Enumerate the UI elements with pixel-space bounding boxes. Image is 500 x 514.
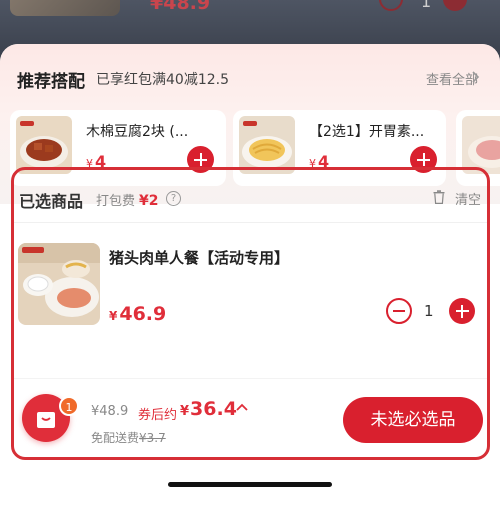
- cart-item-price: ¥46.9: [109, 303, 167, 325]
- food-image-noodles: [239, 116, 295, 174]
- recommend-item-name: 木棉豆腐2块 (...: [86, 124, 189, 140]
- recommend-section: 推荐搭配 已享红包满40减12.5 查看全部 木棉豆腐2块 (... ¥4 【2…: [0, 44, 500, 204]
- decrease-quantity-button[interactable]: [386, 298, 412, 324]
- chevron-right-icon[interactable]: [471, 69, 487, 85]
- recommend-coupon-note: 已享红包满40减12.5: [96, 72, 229, 88]
- packing-fee: 打包费 ¥2: [96, 193, 159, 209]
- background-quantity: 1: [421, 0, 432, 11]
- selected-section-title: 已选商品: [19, 192, 84, 211]
- recommend-title: 推荐搭配: [17, 72, 85, 92]
- delivery-fee-note: 免配送费¥3.7: [91, 431, 166, 445]
- background-plus-button: [443, 0, 467, 11]
- help-icon[interactable]: ?: [166, 191, 181, 206]
- recommend-item-price: ¥4: [86, 152, 107, 171]
- increase-quantity-button[interactable]: [449, 298, 475, 324]
- cart-count-badge: 1: [59, 396, 79, 416]
- cart-item-quantity: 1: [424, 302, 434, 320]
- recommend-item-name: 【2选1】开胃素...: [309, 124, 425, 140]
- checkout-button[interactable]: 未选必选品: [343, 397, 483, 443]
- divider: [14, 378, 487, 379]
- cart-item-image[interactable]: [18, 243, 100, 325]
- divider: [14, 222, 487, 223]
- chevron-up-icon[interactable]: [236, 401, 248, 415]
- trash-icon[interactable]: [433, 190, 445, 204]
- recommend-card[interactable]: [456, 110, 500, 186]
- add-to-cart-button[interactable]: [410, 146, 437, 173]
- home-indicator: [168, 482, 332, 487]
- recommend-card[interactable]: 【2选1】开胃素... ¥4: [233, 110, 446, 186]
- original-total: ¥48.9: [91, 404, 129, 419]
- cart-item-name: 猪头肉单人餐【活动专用】: [109, 249, 290, 267]
- food-image-tofu: [16, 116, 72, 174]
- after-coupon-label: 券后约: [138, 408, 178, 423]
- food-image-partial: [462, 116, 500, 174]
- add-to-cart-button[interactable]: [187, 146, 214, 173]
- background-item-thumbnail: [10, 0, 120, 16]
- background-minus-button: [379, 0, 403, 11]
- clear-cart-button[interactable]: 清空: [455, 189, 481, 208]
- background-item-price: ¥48.9: [150, 0, 211, 14]
- shopping-bag-icon: [37, 412, 55, 428]
- recommend-item-price: ¥4: [309, 152, 330, 171]
- recommend-card[interactable]: 木棉豆腐2块 (... ¥4: [10, 110, 226, 186]
- after-coupon-total[interactable]: ¥36.4: [180, 398, 237, 420]
